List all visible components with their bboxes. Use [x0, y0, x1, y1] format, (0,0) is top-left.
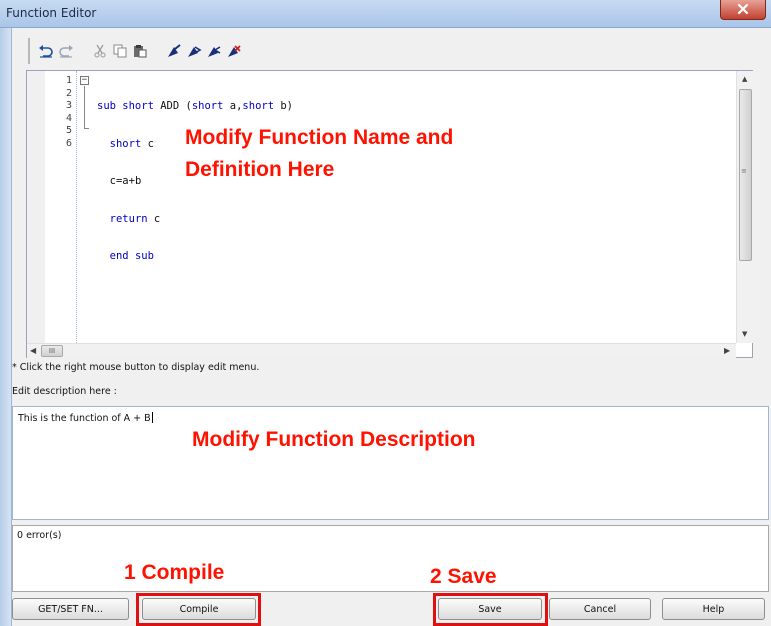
cut-icon[interactable]	[92, 43, 108, 59]
window-frame	[0, 28, 12, 626]
error-count: 0 error(s)	[17, 530, 62, 541]
compile-highlight	[136, 593, 261, 626]
annotation-description: Modify Function Description	[192, 428, 476, 451]
scroll-grip-icon: ≡	[741, 167, 747, 175]
get-set-fn-button[interactable]: GET/SET FN...	[12, 598, 129, 620]
line-number: 4	[65, 112, 72, 124]
description-text: This is the function of A + B	[18, 413, 151, 424]
bookmark-prev-icon[interactable]	[206, 43, 222, 59]
code-token: b)	[274, 100, 293, 112]
code-text[interactable]: sub short ADD (short a,short b) short c …	[97, 75, 293, 325]
scroll-down-icon[interactable]: ▼	[742, 330, 747, 338]
bookmark-next-icon[interactable]	[186, 43, 202, 59]
hint-text: * Click the right mouse button to displa…	[12, 362, 260, 373]
redo-icon[interactable]	[58, 43, 74, 59]
vertical-scrollbar[interactable]: ▲ ≡ ▼	[736, 71, 753, 343]
code-token: ADD (	[153, 100, 192, 112]
description-input[interactable]: This is the function of A + B	[12, 406, 769, 520]
annotation-name-line1: Modify Function Name and	[185, 126, 454, 149]
line-number: 1	[65, 75, 72, 86]
code-token: a,	[223, 100, 243, 112]
fold-margin	[76, 71, 77, 343]
undo-icon[interactable]	[38, 43, 54, 59]
code-token: c=a+b	[109, 175, 142, 187]
code-line: end sub	[97, 250, 293, 263]
code-keyword: short	[109, 137, 142, 150]
fold-toggle-icon[interactable]: −	[80, 76, 89, 85]
copy-icon[interactable]	[112, 43, 128, 59]
window-title: Function Editor	[6, 6, 97, 20]
code-keyword: short	[191, 100, 224, 112]
code-keyword: short	[242, 100, 275, 112]
fold-guide	[84, 86, 85, 128]
scroll-left-icon[interactable]: ◀	[30, 346, 36, 355]
close-button[interactable]	[720, 0, 766, 20]
line-number: 2	[65, 87, 72, 99]
line-number: 6	[65, 137, 72, 149]
code-token: c	[141, 137, 154, 150]
code-keyword: end sub	[109, 250, 154, 262]
description-label: Edit description here :	[12, 386, 117, 397]
code-line: sub short ADD (short a,short b)	[97, 100, 293, 113]
paste-icon[interactable]	[132, 43, 148, 59]
horizontal-scroll-thumb[interactable]: III	[41, 345, 63, 357]
fold-guide-end	[84, 128, 89, 129]
line-number: 3	[65, 100, 72, 111]
title-bar: Function Editor	[0, 0, 771, 28]
help-button[interactable]: Help	[662, 598, 765, 620]
cancel-button[interactable]: Cancel	[549, 598, 651, 620]
annotation-save: 2 Save	[430, 565, 497, 588]
annotation-compile: 1 Compile	[124, 561, 225, 584]
editor-margin	[27, 71, 45, 343]
line-number: 5	[65, 125, 72, 136]
scroll-up-icon[interactable]: ▲	[742, 75, 747, 83]
close-icon	[737, 0, 749, 19]
vertical-scroll-thumb[interactable]	[739, 89, 752, 261]
code-token: c	[147, 212, 161, 225]
editor-toolbar	[28, 38, 280, 64]
line-numbers: 1 2 3 4 5 6	[45, 75, 75, 150]
code-keyword: return	[109, 212, 148, 225]
bookmark-icon[interactable]	[166, 43, 182, 59]
code-editor[interactable]: 1 2 3 4 5 6 − sub short ADD (short a,sho…	[26, 70, 753, 358]
annotation-name-line2: Definition Here	[185, 158, 335, 181]
description-value: This is the function of A + B	[18, 412, 153, 424]
code-keyword: sub short	[97, 100, 154, 112]
horizontal-scrollbar[interactable]: ◀ III ▶	[27, 343, 736, 358]
text-caret	[151, 412, 153, 423]
code-line: return c	[97, 213, 293, 226]
save-highlight	[433, 593, 548, 626]
scroll-right-icon[interactable]: ▶	[724, 346, 730, 355]
bookmark-clear-icon[interactable]	[226, 43, 242, 59]
